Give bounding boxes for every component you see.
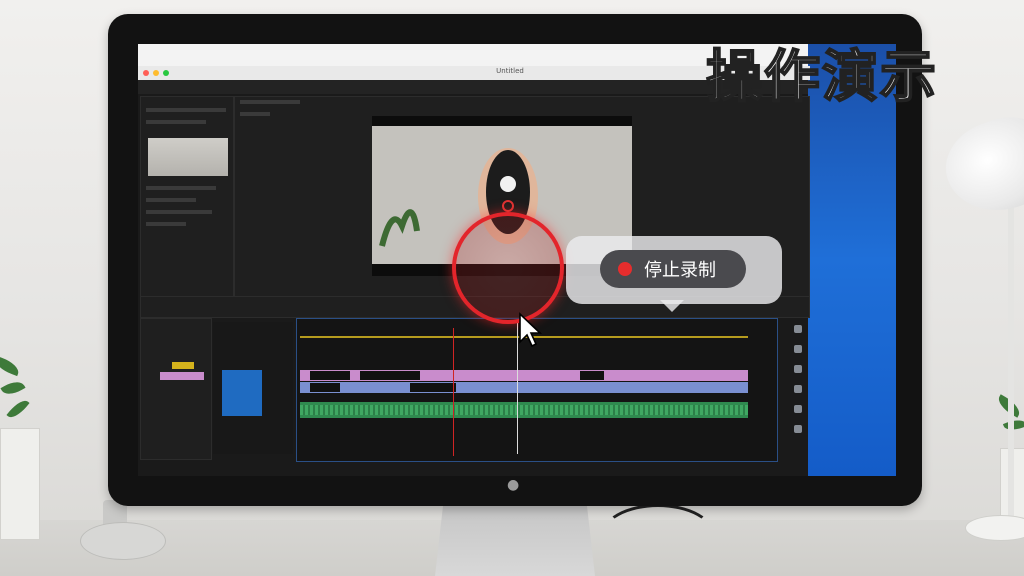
panel-row [146,120,206,124]
demo-caption: 操作演示 [705,44,938,111]
desktop-icon[interactable] [794,365,802,373]
panel-row [240,112,270,116]
clip[interactable] [310,371,350,380]
speaker-base [80,522,166,560]
window-title: Untitled [496,67,524,75]
project-panel [140,96,234,298]
clip[interactable] [410,383,456,392]
video-track-2[interactable] [300,382,748,393]
recording-popover-tail [660,300,684,312]
desktop-icon[interactable] [794,405,802,413]
clip[interactable] [360,371,420,380]
window-zoom-icon[interactable] [163,70,169,76]
panel-row [240,100,300,104]
panel-row [146,198,196,202]
clip[interactable] [310,383,340,392]
window-close-icon[interactable] [143,70,149,76]
apple-logo-icon: ● [507,477,520,493]
bin-item[interactable] [160,372,204,380]
window-minimize-icon[interactable] [153,70,159,76]
panel-row [146,186,216,190]
stop-recording-button[interactable]: 停止录制 [600,250,746,288]
clip-thumbnail[interactable] [148,138,228,176]
record-click-indicator [452,212,564,324]
clip[interactable] [580,371,604,380]
selected-tool[interactable] [222,370,262,416]
audio-waveform [300,405,748,415]
project-bin-panel [140,318,212,460]
monitor-cable [600,504,716,570]
stop-recording-label: 停止录制 [644,260,716,281]
bin-item-selected[interactable] [172,362,194,369]
panel-row [146,210,212,214]
desktop-icon[interactable] [794,385,802,393]
left-plant-pot [0,428,40,540]
desktop-icon[interactable] [794,325,802,333]
panel-row [146,222,186,226]
desktop-icon[interactable] [794,425,802,433]
record-dot-icon [618,262,632,276]
desk-lamp-arm [1008,200,1014,520]
monitor-stand [435,506,595,576]
mouse-cursor-icon [519,312,542,348]
in-point-marker[interactable] [453,328,454,456]
desktop-icon[interactable] [794,345,802,353]
panel-row [146,108,226,112]
